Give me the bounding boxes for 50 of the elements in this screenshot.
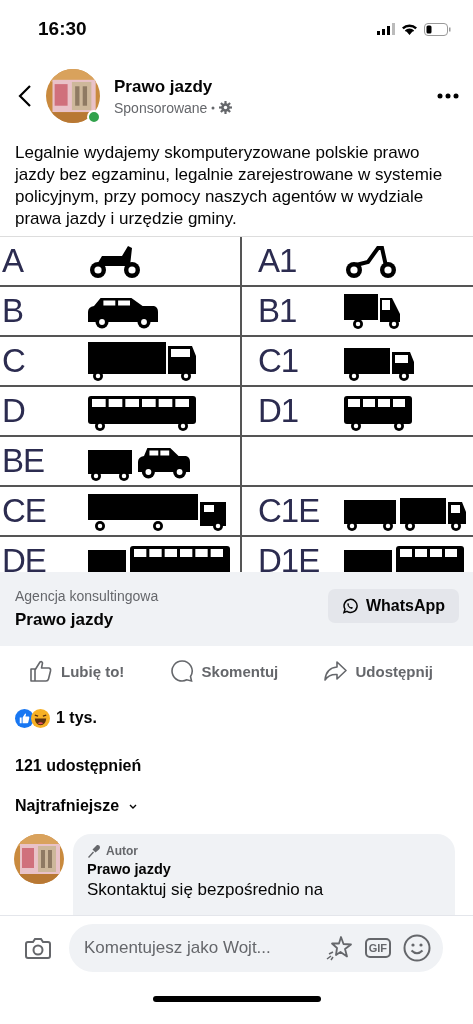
advertiser-name[interactable]: Prawo jazdy	[15, 610, 159, 630]
truck-icon	[86, 340, 198, 382]
camera-icon[interactable]	[25, 937, 51, 959]
microphone-icon	[87, 844, 101, 858]
category-label: DE	[2, 542, 47, 572]
speech-bubble-icon	[169, 659, 194, 683]
signal-icon	[377, 23, 395, 35]
category-label: C	[2, 342, 26, 380]
whatsapp-button[interactable]: WhatsApp	[327, 589, 459, 623]
category-label: A1	[258, 242, 298, 280]
share-count[interactable]: 121 udostępnień	[15, 757, 142, 775]
comment-field[interactable]: Komentujesz jako Wojt... GIF	[69, 924, 443, 972]
smiley-icon[interactable]	[403, 934, 431, 962]
battery-icon	[424, 22, 451, 36]
dot-separator-icon	[211, 105, 216, 110]
category-label: C1	[258, 342, 300, 380]
like-button[interactable]: Lubię to!	[29, 659, 125, 683]
sort-label[interactable]: Najtrafniejsze	[15, 797, 120, 815]
like-reaction-icon	[15, 708, 34, 728]
page-name[interactable]: Prawo jazdy	[114, 76, 423, 97]
category-label: C1E	[258, 492, 321, 530]
author-label: Autor	[106, 844, 138, 858]
reaction-count[interactable]: 1 tys.	[56, 709, 97, 727]
category-label: D1	[258, 392, 300, 430]
gear-icon[interactable]	[219, 101, 233, 114]
more-icon[interactable]	[437, 93, 459, 99]
sponsored-label: Sponsorowane	[114, 99, 208, 116]
comment-author[interactable]: Prawo jazdy	[87, 861, 443, 877]
gif-button[interactable]: GIF	[364, 938, 391, 958]
sticker-star-icon[interactable]	[324, 935, 353, 961]
laughing-emoji-icon	[31, 708, 50, 728]
category-label: D	[2, 392, 26, 430]
category-label: B1	[258, 292, 298, 330]
share-button[interactable]: Udostępnij	[323, 659, 433, 683]
whatsapp-icon	[341, 598, 358, 614]
wifi-icon	[401, 23, 418, 35]
clock-time: 16:30	[38, 18, 87, 40]
thumbs-up-icon	[29, 659, 53, 683]
category-label: BE	[2, 442, 46, 480]
comment-text: Skontaktuj się bezpośrednio na	[87, 880, 325, 900]
post-text: Legalnie wydajemy skomputeryzowane polskie prawo jazdy bez egzaminu, legalnie zarejestrowane w systemie policyjnym, przy pomocy naszych agentów w wydziale prawa jazdy i urzędzie gminy.	[15, 142, 444, 230]
category-label: D1E	[258, 542, 321, 572]
category-label: CE	[2, 492, 47, 530]
chevron-down-icon[interactable]	[129, 803, 138, 809]
category-label: A	[2, 242, 25, 280]
share-arrow-icon	[323, 659, 348, 683]
category-label: B	[2, 292, 24, 330]
page-category: Agencja konsultingowa	[15, 588, 159, 604]
comment-button[interactable]: Skomentuj	[169, 659, 279, 683]
back-icon[interactable]	[18, 84, 32, 108]
